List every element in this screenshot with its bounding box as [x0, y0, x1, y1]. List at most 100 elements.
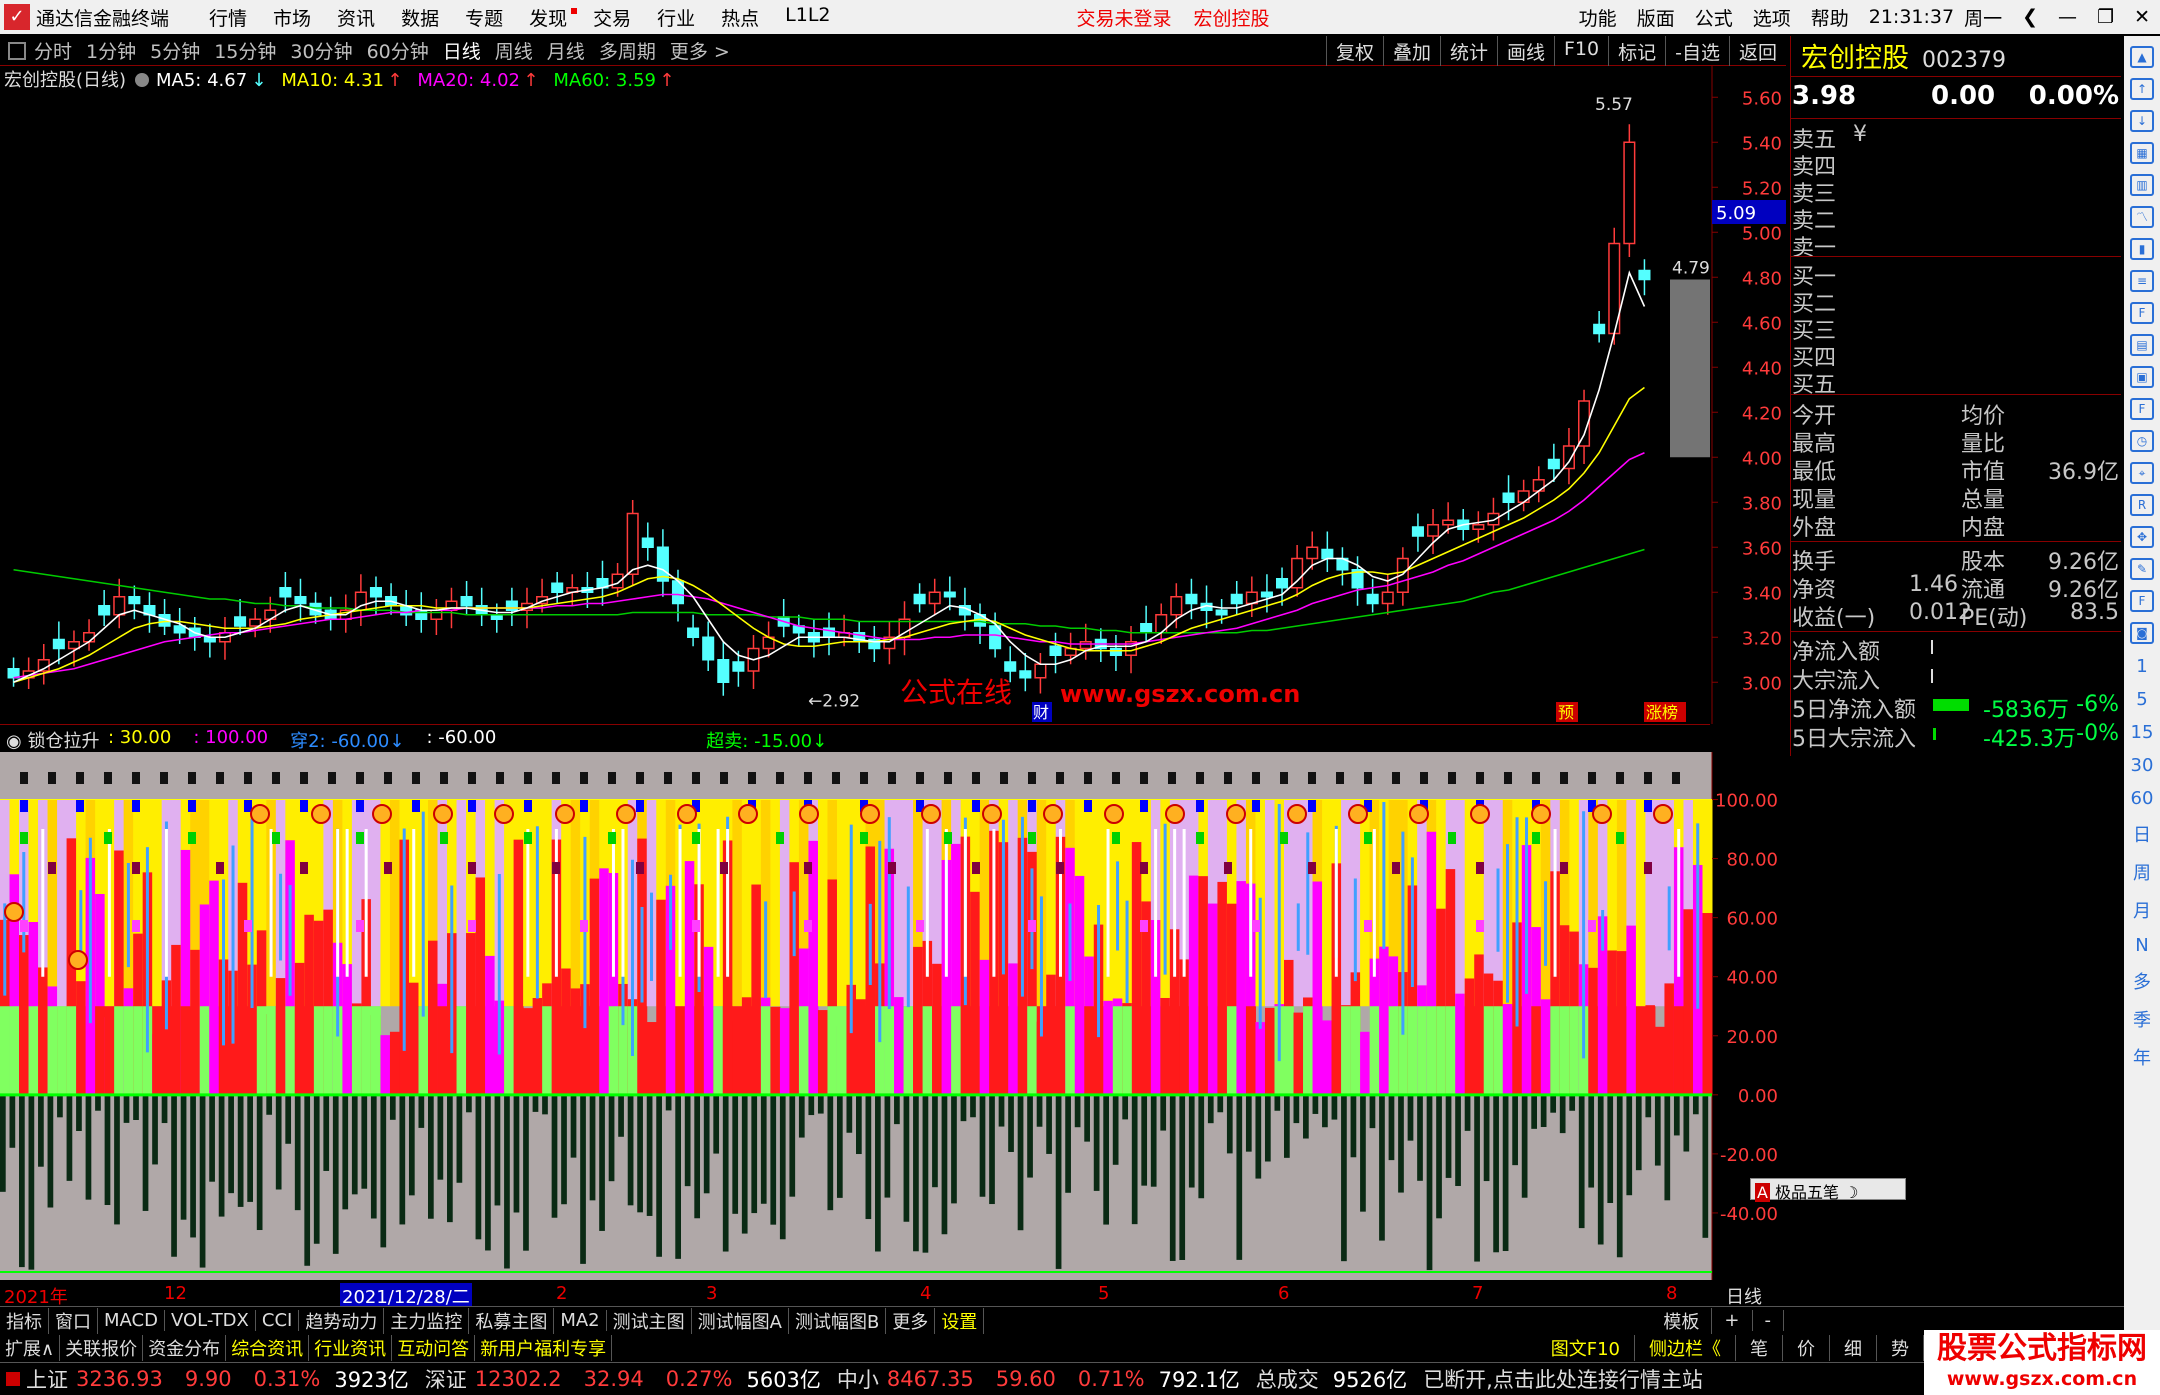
period-tab-9[interactable]: 月线: [547, 37, 585, 64]
template-tool-3[interactable]: -: [1753, 1310, 1784, 1331]
period-tab-8[interactable]: 周线: [495, 37, 533, 64]
login-status[interactable]: 交易未登录: [1077, 4, 1172, 31]
chart-tool-1[interactable]: 复权: [1325, 36, 1383, 66]
shortcut-2[interactable]: 5: [2124, 689, 2160, 710]
index-name[interactable]: 上证: [26, 1364, 68, 1394]
menu-7[interactable]: 交易: [593, 4, 631, 31]
period-tab-7[interactable]: 日线: [443, 37, 481, 64]
menu-1[interactable]: 行情: [209, 4, 247, 31]
fs-icon[interactable]: F: [2130, 590, 2154, 612]
menu-8[interactable]: 行业: [657, 4, 695, 31]
menu-6[interactable]: 发现: [529, 4, 578, 31]
right-menu-3[interactable]: 公式: [1695, 4, 1733, 31]
menu-3[interactable]: 资讯: [337, 4, 375, 31]
period-tab-10[interactable]: 多周期: [599, 37, 656, 64]
menu-2[interactable]: 市场: [273, 4, 311, 31]
chart-tool-7[interactable]: -自选: [1665, 36, 1729, 66]
window-toggle-icon[interactable]: [8, 41, 26, 60]
move-icon[interactable]: ✥: [2130, 526, 2154, 548]
extension-tab-1[interactable]: 扩展∧: [0, 1334, 61, 1361]
extension-tab-3[interactable]: 资金分布: [143, 1334, 227, 1361]
chart-tool-8[interactable]: 返回: [1728, 36, 1786, 66]
chart-settings-icon[interactable]: [135, 73, 149, 87]
bar-chart-icon[interactable]: ▮: [2130, 238, 2154, 260]
shortcut-12[interactable]: 年: [2124, 1044, 2160, 1070]
price-chart[interactable]: 5.60 5.40 5.20 5.00 4.80 4.60 4.40 4.20 4.00 3.80…: [0, 66, 1786, 724]
indicator-toggle-icon[interactable]: ◉: [6, 731, 22, 752]
shortcut-9[interactable]: N: [2124, 935, 2160, 956]
period-tab-6[interactable]: 60分钟: [367, 37, 429, 64]
indicator-tab-1[interactable]: 指标: [0, 1307, 49, 1334]
side-tool-5[interactable]: 细: [1830, 1334, 1877, 1361]
indicator-tab-3[interactable]: MACD: [98, 1310, 165, 1331]
pen-icon[interactable]: ✎: [2130, 558, 2154, 580]
indicator-tab-14[interactable]: 设置: [935, 1307, 985, 1334]
indicator-chart[interactable]: 100.00 80.00 60.00 40.00 20.00 0.00 -20.00 -40.…: [0, 752, 1786, 1280]
side-tool-6[interactable]: 势: [1877, 1334, 1924, 1361]
table-icon[interactable]: ▤: [2130, 334, 2154, 356]
index-name[interactable]: 深证: [425, 1364, 467, 1394]
period-tab-4[interactable]: 15分钟: [214, 37, 276, 64]
shortcut-8[interactable]: 月: [2124, 897, 2160, 923]
indicator-tab-6[interactable]: 趋势动力: [299, 1307, 385, 1334]
shortcut-7[interactable]: 周: [2124, 859, 2160, 885]
extension-tab-5[interactable]: 行业资讯: [309, 1334, 393, 1361]
shortcut-5[interactable]: 60: [2124, 788, 2160, 809]
indicator-tab-2[interactable]: 窗口: [49, 1307, 98, 1334]
f10-icon[interactable]: F: [2130, 302, 2154, 324]
period-tab-3[interactable]: 5分钟: [150, 37, 200, 64]
shortcut-10[interactable]: 多: [2124, 968, 2160, 994]
shortcut-3[interactable]: 15: [2124, 722, 2160, 743]
up-icon[interactable]: ↑: [2130, 78, 2154, 100]
indicator-tab-5[interactable]: CCI: [256, 1310, 300, 1331]
clock-icon[interactable]: ◷: [2130, 430, 2154, 452]
indicator-tab-13[interactable]: 更多: [886, 1307, 936, 1334]
chart-icon[interactable]: ▦: [2130, 142, 2154, 164]
indicator-tab-4[interactable]: VOL-TDX: [165, 1310, 256, 1331]
indicator-tab-10[interactable]: 测试主图: [607, 1307, 692, 1334]
period-tab-1[interactable]: 分时: [34, 37, 72, 64]
chart-tool-2[interactable]: 叠加: [1382, 36, 1440, 66]
chart-tool-3[interactable]: 统计: [1439, 36, 1497, 66]
chart-tool-6[interactable]: 标记: [1608, 36, 1665, 66]
extension-tab-4[interactable]: 综合资讯: [226, 1334, 310, 1361]
f2-icon[interactable]: F: [2130, 398, 2154, 420]
indicator-name-row[interactable]: ◉ 锁仓拉升: [6, 727, 99, 753]
period-tab-11[interactable]: 更多 >: [670, 37, 730, 64]
close-icon[interactable]: ✕: [2134, 6, 2150, 28]
extension-tab-7[interactable]: 新用户福利专享: [475, 1334, 613, 1361]
indicator-tab-7[interactable]: 主力监控: [384, 1307, 470, 1334]
right-menu-1[interactable]: 功能: [1579, 4, 1617, 31]
right-menu-5[interactable]: 帮助: [1811, 4, 1849, 31]
back-icon[interactable]: ❮: [2022, 6, 2038, 28]
news-icon[interactable]: ≡: [2130, 270, 2154, 292]
chart-tool-4[interactable]: 画线: [1496, 36, 1554, 66]
chart-tool-5[interactable]: F10: [1554, 36, 1608, 66]
side-tool-4[interactable]: 价: [1783, 1334, 1830, 1361]
shortcut-6[interactable]: 日: [2124, 821, 2160, 847]
right-menu-2[interactable]: 版面: [1637, 4, 1675, 31]
shortcut-1[interactable]: 1: [2124, 656, 2160, 677]
shortcut-4[interactable]: 30: [2124, 755, 2160, 776]
right-menu-4[interactable]: 选项: [1753, 4, 1791, 31]
grid-icon[interactable]: ▥: [2130, 174, 2154, 196]
menu-10[interactable]: L1L2: [785, 4, 830, 31]
indicator-tab-9[interactable]: MA2: [554, 1310, 607, 1331]
connection-message[interactable]: 已断开,点击此处连接行情主站: [1423, 1364, 1703, 1394]
camera-icon[interactable]: ◙: [2130, 622, 2154, 644]
period-tab-5[interactable]: 30分钟: [290, 37, 352, 64]
minimize-icon[interactable]: —: [2058, 6, 2077, 28]
side-tool-1[interactable]: 图文F10: [1537, 1334, 1635, 1361]
down-icon[interactable]: ↓: [2130, 110, 2154, 132]
rsi-icon[interactable]: R: [2130, 494, 2154, 516]
ime-toolbar[interactable]: A 极品五笔 ☽: [1750, 1178, 1906, 1202]
line-chart-icon[interactable]: 〽: [2130, 206, 2154, 228]
menu-4[interactable]: 数据: [401, 4, 439, 31]
side-tool-3[interactable]: 笔: [1736, 1334, 1783, 1361]
up-arrow-icon[interactable]: ▲: [2130, 46, 2154, 68]
menu-5[interactable]: 专题: [465, 4, 503, 31]
shortcut-11[interactable]: 季: [2124, 1006, 2160, 1032]
index-name[interactable]: 中小: [837, 1364, 879, 1394]
extension-tab-6[interactable]: 互动问答: [392, 1334, 476, 1361]
template-tool-1[interactable]: 模板: [1651, 1307, 1713, 1334]
